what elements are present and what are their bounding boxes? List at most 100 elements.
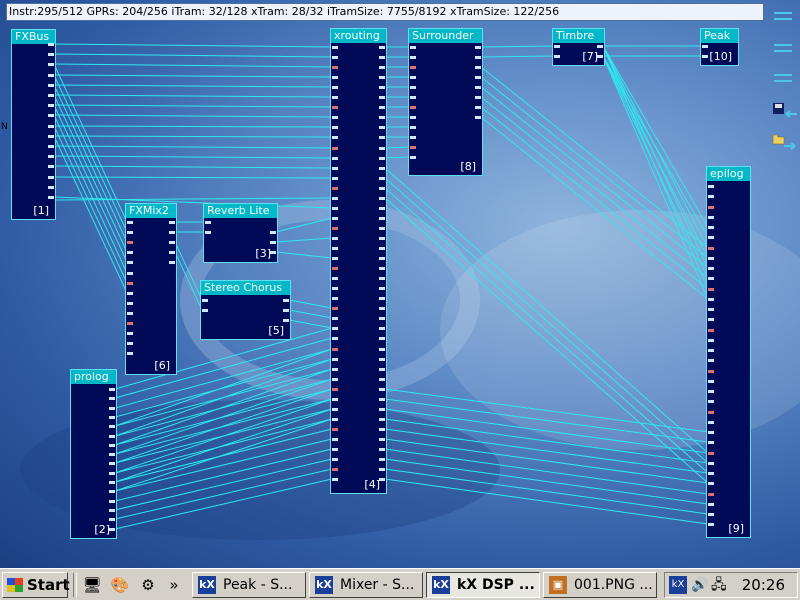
output-pin[interactable] bbox=[48, 135, 54, 138]
output-pin[interactable] bbox=[379, 217, 385, 220]
task-001-png[interactable]: ▣ 001.PNG ... bbox=[543, 572, 657, 598]
output-pin[interactable] bbox=[109, 518, 115, 521]
input-pin[interactable] bbox=[708, 523, 714, 526]
input-pin[interactable] bbox=[708, 370, 714, 373]
output-pin[interactable] bbox=[379, 368, 385, 371]
input-pin[interactable] bbox=[127, 282, 133, 285]
input-pin[interactable] bbox=[332, 227, 338, 230]
input-pin[interactable] bbox=[410, 66, 416, 69]
input-pin[interactable] bbox=[205, 221, 211, 224]
input-pin[interactable] bbox=[127, 231, 133, 234]
output-pin[interactable] bbox=[379, 287, 385, 290]
input-pin[interactable] bbox=[410, 96, 416, 99]
output-pin[interactable] bbox=[379, 448, 385, 451]
output-pin[interactable] bbox=[109, 397, 115, 400]
input-pin[interactable] bbox=[127, 272, 133, 275]
input-pin[interactable] bbox=[332, 317, 338, 320]
output-pin[interactable] bbox=[48, 114, 54, 117]
input-pin[interactable] bbox=[332, 378, 338, 381]
plugin-title[interactable]: epilog bbox=[707, 167, 750, 181]
output-pin[interactable] bbox=[109, 481, 115, 484]
task-kx-dsp[interactable]: kX kX DSP ... bbox=[426, 572, 540, 598]
output-pin[interactable] bbox=[379, 388, 385, 391]
output-pin[interactable] bbox=[379, 348, 385, 351]
input-pin[interactable] bbox=[708, 308, 714, 311]
input-pin[interactable] bbox=[332, 157, 338, 160]
output-pin[interactable] bbox=[379, 76, 385, 79]
output-pin[interactable] bbox=[270, 231, 276, 234]
output-pin[interactable] bbox=[379, 438, 385, 441]
output-pin[interactable] bbox=[379, 408, 385, 411]
input-pin[interactable] bbox=[332, 86, 338, 89]
input-pin[interactable] bbox=[332, 307, 338, 310]
input-pin[interactable] bbox=[332, 337, 338, 340]
plugin-title[interactable]: Stereo Chorus bbox=[201, 281, 290, 295]
output-pin[interactable] bbox=[379, 187, 385, 190]
output-pin[interactable] bbox=[48, 84, 54, 87]
output-pin[interactable] bbox=[475, 66, 481, 69]
input-pin[interactable] bbox=[708, 513, 714, 516]
plugin-reverb[interactable]: Reverb Lite [3] bbox=[203, 203, 278, 263]
input-pin[interactable] bbox=[702, 55, 708, 58]
input-pin[interactable] bbox=[708, 359, 714, 362]
plugin-title[interactable]: FXBus bbox=[12, 30, 55, 44]
plugin-fxmix2[interactable]: FXMix2 [6] bbox=[125, 203, 177, 375]
input-pin[interactable] bbox=[708, 349, 714, 352]
output-pin[interactable] bbox=[379, 277, 385, 280]
input-pin[interactable] bbox=[332, 56, 338, 59]
input-pin[interactable] bbox=[332, 448, 338, 451]
input-pin[interactable] bbox=[332, 96, 338, 99]
output-pin[interactable] bbox=[379, 227, 385, 230]
output-pin[interactable] bbox=[379, 418, 385, 421]
output-pin[interactable] bbox=[379, 207, 385, 210]
output-pin[interactable] bbox=[48, 145, 54, 148]
output-pin[interactable] bbox=[109, 490, 115, 493]
input-pin[interactable] bbox=[708, 288, 714, 291]
output-pin[interactable] bbox=[48, 53, 54, 56]
network-icon[interactable]: 🖧 bbox=[711, 573, 727, 597]
input-pin[interactable] bbox=[410, 46, 416, 49]
output-pin[interactable] bbox=[283, 309, 289, 312]
output-pin[interactable] bbox=[379, 358, 385, 361]
input-pin[interactable] bbox=[332, 468, 338, 471]
output-pin[interactable] bbox=[475, 76, 481, 79]
input-pin[interactable] bbox=[332, 66, 338, 69]
output-pin[interactable] bbox=[109, 500, 115, 503]
output-pin[interactable] bbox=[270, 251, 276, 254]
plugin-title[interactable]: Timbre bbox=[553, 29, 604, 43]
input-pin[interactable] bbox=[332, 297, 338, 300]
input-pin[interactable] bbox=[127, 292, 133, 295]
input-pin[interactable] bbox=[332, 368, 338, 371]
output-pin[interactable] bbox=[379, 167, 385, 170]
output-pin[interactable] bbox=[48, 186, 54, 189]
input-pin[interactable] bbox=[410, 156, 416, 159]
output-pin[interactable] bbox=[109, 435, 115, 438]
output-pin[interactable] bbox=[475, 46, 481, 49]
input-pin[interactable] bbox=[708, 411, 714, 414]
output-pin[interactable] bbox=[379, 257, 385, 260]
input-pin[interactable] bbox=[332, 287, 338, 290]
output-pin[interactable] bbox=[109, 509, 115, 512]
input-pin[interactable] bbox=[332, 398, 338, 401]
output-pin[interactable] bbox=[48, 155, 54, 158]
output-pin[interactable] bbox=[379, 126, 385, 129]
output-pin[interactable] bbox=[169, 251, 175, 254]
output-pin[interactable] bbox=[475, 106, 481, 109]
output-pin[interactable] bbox=[379, 136, 385, 139]
plugin-surrounder[interactable]: Surrounder [8] bbox=[408, 28, 483, 176]
output-pin[interactable] bbox=[48, 176, 54, 179]
toolbar-button-2[interactable] bbox=[774, 44, 792, 52]
open-button[interactable] bbox=[772, 132, 798, 154]
task-peak[interactable]: kX Peak - S... bbox=[192, 572, 306, 598]
output-pin[interactable] bbox=[379, 177, 385, 180]
input-pin[interactable] bbox=[332, 197, 338, 200]
output-pin[interactable] bbox=[379, 237, 385, 240]
input-pin[interactable] bbox=[410, 126, 416, 129]
input-pin[interactable] bbox=[332, 177, 338, 180]
output-pin[interactable] bbox=[169, 231, 175, 234]
plugin-title[interactable]: Peak bbox=[701, 29, 738, 43]
input-pin[interactable] bbox=[708, 380, 714, 383]
input-pin[interactable] bbox=[332, 217, 338, 220]
input-pin[interactable] bbox=[202, 309, 208, 312]
output-pin[interactable] bbox=[379, 317, 385, 320]
